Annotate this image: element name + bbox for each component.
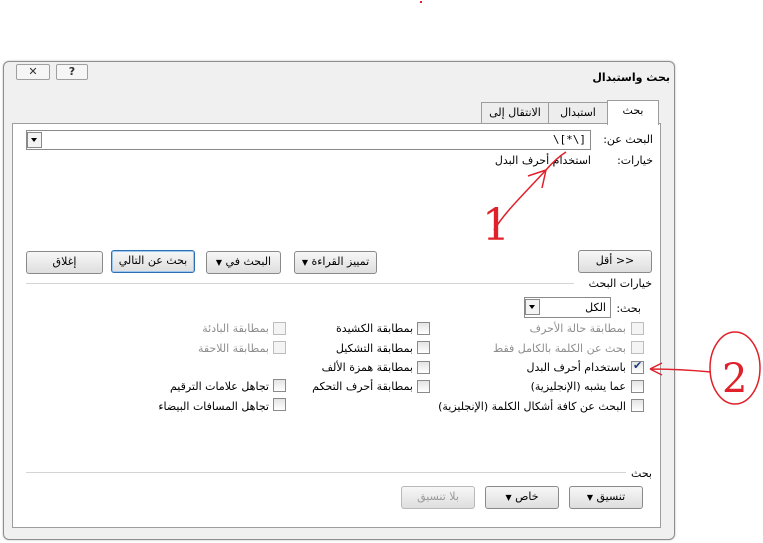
no-formatting-button[interactable]: بلا تنسيق: [401, 486, 475, 509]
ignore-punctuation-label: تجاهل علامات الترقيم: [169, 380, 269, 393]
close-button[interactable]: ✕: [16, 64, 50, 80]
stray-dot: [420, 1, 422, 3]
find-in-button[interactable]: البحث في ▼: [206, 251, 281, 274]
find-what-input[interactable]: \[*\]: [26, 130, 591, 150]
less-button[interactable]: << أقل: [578, 250, 652, 273]
sounds-like-label: عما يشبه (الإنجليزية): [530, 380, 626, 393]
match-alef-hamza-checkbox[interactable]: [417, 361, 430, 374]
match-kashida-label: بمطابقة الكشيدة: [336, 322, 413, 335]
tab-find[interactable]: بحث: [607, 100, 659, 125]
match-prefix-checkbox[interactable]: [273, 322, 286, 335]
search-direction-dropdown-arrow[interactable]: [525, 299, 540, 315]
close-x-icon: ✕: [28, 65, 38, 78]
dialog-title: بحث واستبدال: [592, 71, 670, 84]
find-section-divider: [26, 472, 626, 473]
all-word-forms-label: البحث عن كافة أشكال الكلمة (الإنجليزية): [438, 400, 626, 413]
match-suffix-checkbox[interactable]: [273, 341, 286, 354]
search-options-heading: خيارات البحث: [588, 277, 652, 290]
special-button[interactable]: خاص ▼: [485, 486, 559, 509]
dropdown-caret-icon: ▼: [586, 493, 593, 502]
format-button[interactable]: تنسيق ▼: [569, 486, 643, 509]
dropdown-caret-icon: ▼: [301, 258, 308, 267]
ignore-punctuation-checkbox[interactable]: [273, 379, 286, 392]
tab-replace[interactable]: استبدال: [548, 102, 608, 123]
match-diacritics-checkbox[interactable]: [417, 341, 430, 354]
question-mark-icon: ?: [68, 65, 76, 78]
ignore-whitespace-label: تجاهل المسافات البيضاء: [158, 400, 269, 413]
close-dialog-button[interactable]: إغلاق: [26, 251, 103, 274]
options-label: خيارات:: [617, 154, 653, 167]
whole-word-checkbox[interactable]: [631, 341, 644, 354]
dropdown-caret-icon: ▼: [505, 493, 512, 502]
match-alef-hamza-label: بمطابقة همزة الألف: [321, 361, 413, 374]
reading-highlight-button[interactable]: تمييز القراءة ▼: [294, 251, 377, 274]
annotation-marker-2: 2: [722, 356, 747, 402]
sounds-like-checkbox[interactable]: [631, 380, 644, 393]
match-prefix-label: بمطابقة البادئة: [202, 322, 269, 335]
whole-word-label: بحث عن الكلمة بالكامل فقط: [493, 342, 626, 355]
dropdown-caret-icon: ▼: [215, 258, 223, 267]
search-direction-label: بحث:: [616, 302, 641, 315]
match-control-chars-label: بمطابقة أحرف التحكم: [312, 380, 413, 393]
match-case-checkbox[interactable]: [631, 322, 644, 335]
match-diacritics-label: بمطابقة التشكيل: [335, 342, 413, 355]
help-button[interactable]: ?: [56, 64, 88, 80]
match-kashida-checkbox[interactable]: [417, 322, 430, 335]
match-control-chars-checkbox[interactable]: [417, 380, 430, 393]
find-next-button[interactable]: بحث عن التالي: [111, 250, 195, 273]
tab-goto[interactable]: الانتقال إلى: [481, 102, 549, 123]
find-what-label: البحث عن:: [603, 133, 653, 146]
ignore-whitespace-checkbox[interactable]: [273, 398, 286, 411]
wildcards-checkbox[interactable]: [631, 359, 644, 374]
match-suffix-label: بمطابقة اللاحقة: [197, 342, 269, 355]
all-word-forms-checkbox[interactable]: [631, 399, 644, 412]
match-case-label: بمطابقة حالة الأحرف: [529, 322, 626, 335]
find-what-value: \[*\]: [552, 133, 586, 146]
annotation-circle-2: [709, 331, 761, 405]
find-section-label: بحث: [631, 467, 652, 480]
wildcards-label: باستخدام أحرف البدل: [526, 361, 626, 374]
options-value: استخدام أحرف البدل: [494, 154, 591, 167]
search-options-divider: [26, 283, 574, 284]
find-history-dropdown[interactable]: [27, 132, 42, 148]
